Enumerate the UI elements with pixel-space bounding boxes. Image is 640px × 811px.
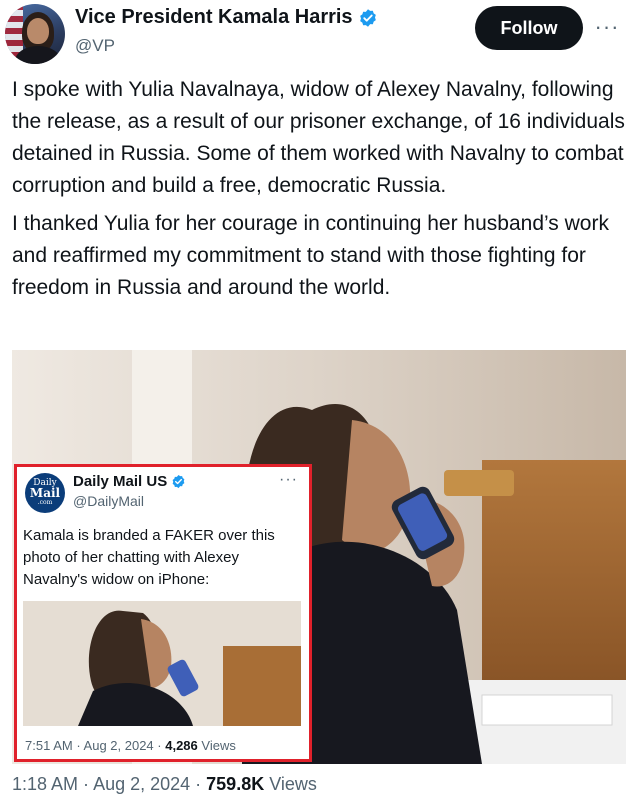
- embedded-ellipsis-icon: ···: [279, 471, 298, 488]
- follow-button[interactable]: Follow: [475, 6, 583, 50]
- embedded-tweet-text: Kamala is branded a FAKER over this phot…: [23, 527, 275, 588]
- embedded-name-row: Daily Mail US: [73, 473, 186, 490]
- tweet-text: I spoke with Yulia Navalnaya, widow of A…: [12, 74, 632, 310]
- tweet-paragraph-2: I thanked Yulia for her courage in conti…: [12, 212, 609, 299]
- embedded-avatar-logo: Daily Mail .com: [25, 473, 65, 513]
- embedded-tweet-card[interactable]: Daily Mail .com Daily Mail US @DailyMail…: [14, 464, 312, 762]
- tweet-views-count: 759.8K: [206, 774, 265, 794]
- author-handle[interactable]: @VP: [75, 36, 115, 56]
- verified-badge-icon: [359, 8, 376, 27]
- tweet-paragraph-1: I spoke with Yulia Navalnaya, widow of A…: [12, 78, 625, 197]
- embedded-verified-badge-icon: [172, 474, 185, 489]
- more-options-ellipsis-icon[interactable]: ···: [592, 12, 622, 42]
- tweet-date[interactable]: Aug 2, 2024: [93, 774, 190, 794]
- tweet-meta: 1:18 AM · Aug 2, 2024 · 759.8K Views: [12, 774, 317, 794]
- embedded-display-name: Daily Mail US: [73, 473, 168, 490]
- embedded-photo: [23, 601, 301, 726]
- author-avatar[interactable]: [5, 4, 65, 64]
- embedded-handle: @DailyMail: [73, 493, 144, 509]
- author-display-name[interactable]: Vice President Kamala Harris: [75, 6, 353, 29]
- tweet-time[interactable]: 1:18 AM: [12, 774, 78, 794]
- tweet-views-label: Views: [269, 774, 317, 794]
- tweet-header: Vice President Kamala Harris @VP Follow …: [0, 0, 640, 66]
- author-name-row: Vice President Kamala Harris: [75, 6, 378, 29]
- embedded-meta: 7:51 AM · Aug 2, 2024 · 4,286 Views: [25, 738, 236, 753]
